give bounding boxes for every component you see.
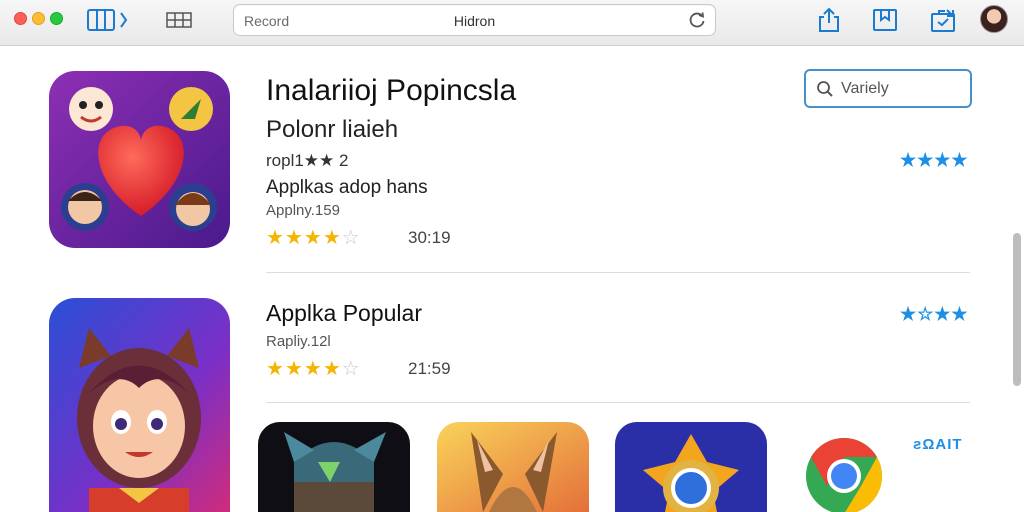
share-icon[interactable] — [816, 7, 842, 33]
bookmark-icon[interactable] — [872, 7, 898, 33]
star-filled-icon: ★ — [303, 358, 323, 380]
featured-app-icon[interactable] — [49, 71, 230, 248]
sidebar-icon[interactable] — [86, 7, 132, 33]
featured-rating-count: 30:19 — [408, 228, 451, 247]
grid-icon[interactable] — [166, 7, 192, 33]
see-all-link[interactable]: ƨΩAIT — [913, 436, 963, 453]
reload-icon[interactable] — [687, 10, 707, 35]
popular-rating-count: 21:59 — [408, 359, 451, 378]
search-field[interactable]: Variely — [804, 69, 972, 108]
search-icon — [816, 80, 834, 103]
featured-rank: ropl1★★ 2 — [266, 151, 349, 170]
star-filled-icon: ★ — [266, 358, 285, 380]
address-bar[interactable]: Record Hidron — [233, 4, 716, 36]
featured-rating-stars: ★★★★☆ — [266, 225, 361, 250]
chrome-icon[interactable] — [805, 437, 883, 512]
minimize-window-button[interactable] — [32, 12, 45, 25]
featured-subtitle: Polonr liaieh — [266, 116, 399, 143]
vertical-scrollbar[interactable] — [1013, 233, 1021, 386]
popular-side-stars: ★☆★★ — [900, 304, 969, 324]
featured-description: Applkas adop hans — [266, 177, 428, 198]
popular-rating-stars: ★★★★☆ — [266, 356, 361, 381]
section-divider — [266, 272, 970, 273]
featured-side-stars: ★★★★ — [900, 150, 969, 170]
app-tile-fox[interactable] — [437, 422, 589, 512]
zoom-window-button[interactable] — [50, 12, 63, 25]
star-filled-icon: ★ — [322, 227, 342, 249]
star-filled-icon: ★ — [322, 358, 342, 380]
star-filled-icon: ★ — [284, 358, 304, 380]
app-tile-browser-star[interactable] — [615, 422, 767, 512]
star-empty-icon: ☆ — [341, 227, 361, 249]
popular-app-icon[interactable] — [49, 298, 230, 512]
toolbar: Record Hidron — [0, 0, 1024, 46]
avatar[interactable] — [980, 5, 1008, 33]
popular-title[interactable]: Applka Popular — [266, 300, 422, 327]
star-filled-icon: ★ — [266, 227, 285, 249]
search-placeholder: Variely — [841, 80, 889, 97]
featured-meta: Applny.159 — [266, 202, 340, 219]
popular-meta: Rapliy.12l — [266, 333, 331, 350]
app-tile-knight[interactable] — [258, 422, 410, 512]
address-url-text: Hidron — [453, 13, 496, 29]
star-filled-icon: ★ — [303, 227, 323, 249]
star-empty-icon: ☆ — [341, 358, 361, 380]
star-filled-icon: ★ — [284, 227, 304, 249]
featured-title[interactable]: Inalariioj Popincsla — [266, 74, 516, 108]
section-divider — [266, 402, 970, 403]
close-window-button[interactable] — [14, 12, 27, 25]
tab-icon[interactable] — [930, 7, 958, 33]
